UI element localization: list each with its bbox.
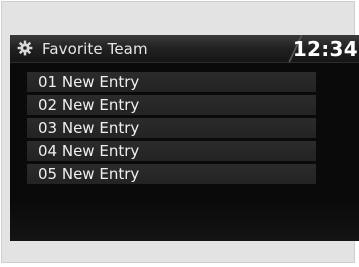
list-item-label: 02 New Entry [38,96,140,114]
list-item-label: 01 New Entry [38,73,140,91]
header-bar: Favorite Team 12:34 [10,35,359,63]
list-item-label: 03 New Entry [38,119,140,137]
gear-icon [17,40,33,56]
list-item-label: 04 New Entry [38,142,140,160]
page-title: Favorite Team [42,40,148,58]
list-item-label: 05 New Entry [38,165,140,183]
list-item-05[interactable]: 05 New Entry [27,164,316,184]
clock-display: 12:34 [292,37,358,61]
list-item-02[interactable]: 02 New Entry [27,95,316,115]
list-item-04[interactable]: 04 New Entry [27,141,316,161]
display-screen: Favorite Team 12:34 01 New Entry 02 New … [10,35,359,241]
list-item-01[interactable]: 01 New Entry [27,72,316,92]
list-item-03[interactable]: 03 New Entry [27,118,316,138]
entry-list: 01 New Entry 02 New Entry 03 New Entry 0… [27,72,316,187]
empty-area [10,201,359,241]
